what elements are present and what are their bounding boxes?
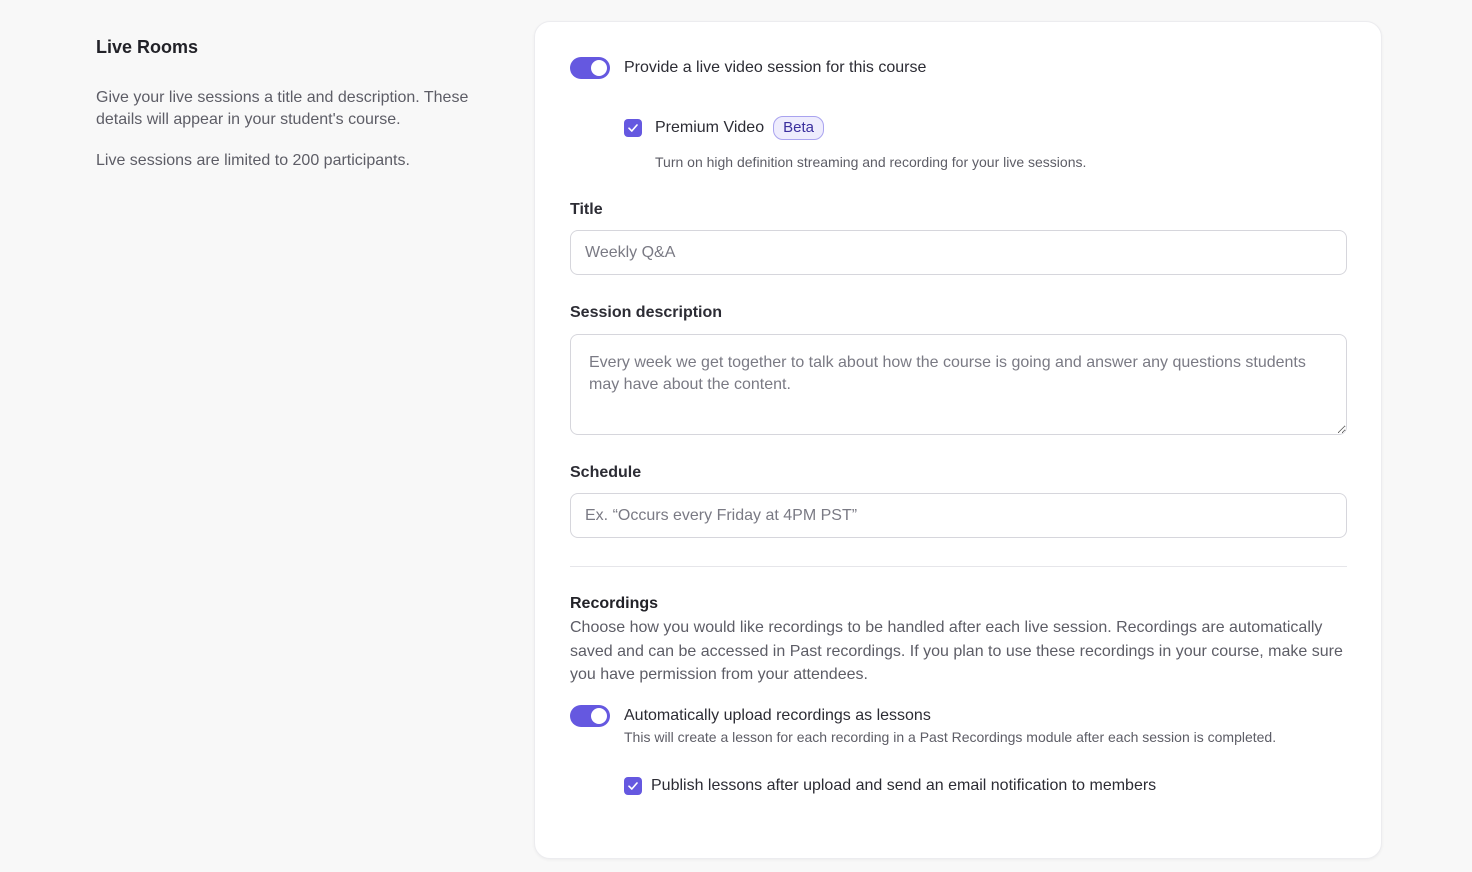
beta-badge: Beta xyxy=(773,116,824,140)
recordings-title: Recordings xyxy=(570,595,659,612)
toggle-knob xyxy=(591,708,607,724)
premium-video-hint: Turn on high definition streaming and re… xyxy=(655,154,1087,170)
publish-lessons-checkbox[interactable] xyxy=(624,777,642,795)
auto-upload-label: Automatically upload recordings as lesso… xyxy=(624,707,931,724)
title-input[interactable] xyxy=(570,230,1347,275)
recordings-description: Choose how you would like recordings to … xyxy=(570,619,1343,683)
checkmark-icon xyxy=(628,124,638,132)
session-description-textarea[interactable] xyxy=(570,334,1347,435)
session-description-label: Session description xyxy=(570,304,723,321)
live-session-toggle[interactable] xyxy=(570,57,610,79)
sidebar-description: Live Rooms Give your live sessions a tit… xyxy=(96,36,496,172)
premium-video-label: Premium Video xyxy=(655,119,765,136)
title-field-label: Title xyxy=(570,201,603,218)
auto-upload-hint: This will create a lesson for each recor… xyxy=(624,729,1277,745)
section-title: Live Rooms xyxy=(96,37,199,57)
live-rooms-settings-card: Provide a live video session for this co… xyxy=(534,21,1382,859)
publish-lessons-label: Publish lessons after upload and send an… xyxy=(651,777,1157,794)
premium-video-checkbox[interactable] xyxy=(624,119,642,137)
schedule-field-label: Schedule xyxy=(570,464,642,481)
schedule-input[interactable] xyxy=(570,493,1347,538)
section-divider xyxy=(570,566,1347,567)
toggle-knob xyxy=(591,60,607,76)
auto-upload-toggle[interactable] xyxy=(570,705,610,727)
live-session-label: Provide a live video session for this co… xyxy=(624,59,927,76)
participant-limit-note: Live sessions are limited to 200 partici… xyxy=(96,152,410,169)
premium-video-row: Premium Video Beta xyxy=(655,116,824,140)
section-description: Give your live sessions a title and desc… xyxy=(96,89,469,128)
checkmark-icon xyxy=(628,782,638,790)
